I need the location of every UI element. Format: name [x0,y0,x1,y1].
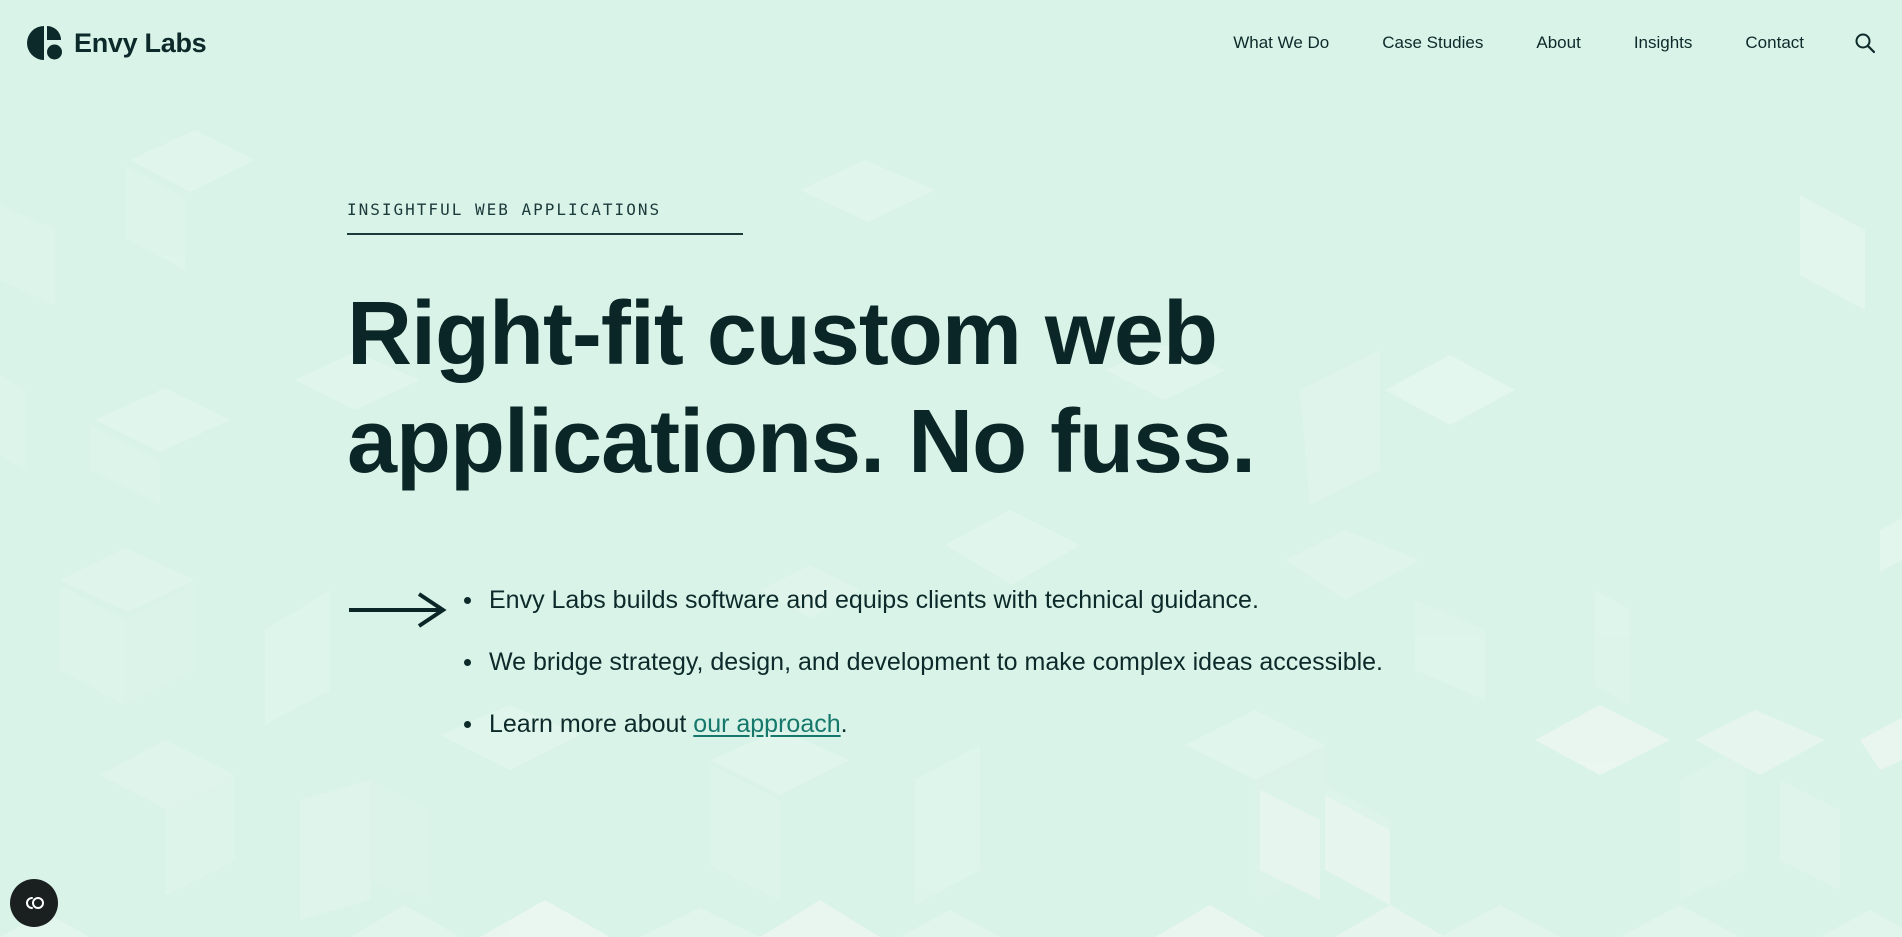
hero-point-2-text: We bridge strategy, design, and developm… [489,648,1384,676]
envy-labs-logo-icon [27,26,62,60]
hero-point-3-suffix: . [840,710,848,738]
site-header: Envy Labs What We Do Case Studies About … [0,0,1902,86]
arrow-right-icon [349,592,447,628]
hero-points-list: Envy Labs builds software and equips cli… [464,582,1489,768]
nav-item-insights[interactable]: Insights [1634,33,1693,53]
eyebrow-divider [347,233,743,235]
nav-item-what-we-do[interactable]: What We Do [1233,33,1329,53]
hero-point-2: We bridge strategy, design, and developm… [464,644,1489,706]
hero-headline-line1: Right-fit custom web [347,284,1218,384]
search-icon[interactable] [1854,32,1876,54]
hero-point-1-text: Envy Labs builds software and equips cli… [489,586,1259,614]
hero-headline-line2: applications. No fuss. [347,392,1256,492]
brand-home-link[interactable]: Envy Labs [26,25,207,61]
cookie-preferences-icon [26,897,44,909]
hero-eyebrow: INSIGHTFUL WEB APPLICATIONS [347,200,662,219]
nav-item-case-studies[interactable]: Case Studies [1382,33,1483,53]
cookie-preferences-button[interactable] [10,879,58,927]
hero-point-1: Envy Labs builds software and equips cli… [464,582,1489,644]
nav-item-about[interactable]: About [1536,33,1580,53]
our-approach-link[interactable]: our approach [693,710,840,738]
hero-point-3: Learn more about our approach. [464,706,1489,768]
hero-headline: Right-fit custom web applications. No fu… [347,280,1347,496]
main-nav: What We Do Case Studies About Insights C… [1233,32,1876,54]
hero-point-3-prefix: Learn more about [489,710,694,738]
brand-name: Envy Labs [74,27,207,58]
nav-item-contact[interactable]: Contact [1745,33,1804,53]
